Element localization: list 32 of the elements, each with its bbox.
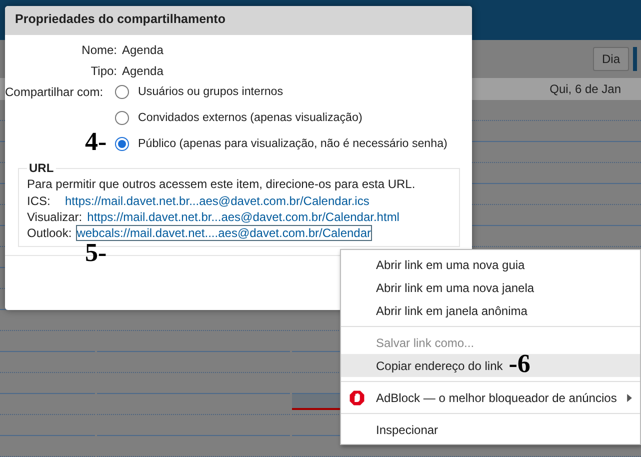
annotation-mark: 5- [85,240,107,266]
radio-button[interactable] [115,84,130,98]
menu-item[interactable]: Abrir link em janela anônima [341,299,640,322]
radio-button[interactable] [115,110,130,124]
day-header: Qui, 6 de Jan [550,82,621,96]
description-text: Para permitir que outros acessem este item, direcione-os para esta URL. [27,177,416,191]
menu-item[interactable]: AdBlock — o melhor bloqueador de anúncios [341,386,640,409]
link-label: Outlook: [27,226,72,240]
url-link[interactable]: https://mail.davet.net.br...aes@davet.com.br/Calendar.ics [65,194,370,208]
annotation-mark: 4- [85,129,107,155]
menu-item[interactable]: Abrir link em uma nova guia [341,253,640,276]
field-value: Agenda [122,43,164,57]
link-label: Visualizar: [27,210,82,224]
radio-label[interactable]: Usuários ou grupos internos [138,85,284,98]
radio-label[interactable]: Público (apenas para visualização, não é necessário senha) [138,137,448,150]
group-legend: URL [27,161,56,175]
radio-label[interactable]: Convidados externos (apenas visualização) [138,111,362,124]
url-link[interactable]: https://mail.davet.net.br...aes@davet.com.br/Calendar.html [87,210,400,224]
day-view-button[interactable]: Dia [592,47,629,71]
menu-item[interactable]: Abrir link em uma nova janela [341,276,640,299]
menu-item[interactable]: Copiar endereço do link -6 [341,354,640,377]
url-link[interactable]: webcals://mail.davet.net....aes@davet.com.br/Calendar [76,226,372,240]
radio-button[interactable] [115,136,130,150]
dialog-title: Propriedades do compartilhamento [5,6,472,35]
field-label: Tipo: [90,64,118,78]
link-label: ICS: [27,194,52,208]
field-label: Nome: [80,43,118,57]
submenu-arrow-icon [627,394,632,402]
field-value: Agenda [122,64,164,78]
field-label: Compartilhar com: [5,85,104,99]
stop-hand-icon [349,390,365,406]
menu-item[interactable]: Inspecionar [341,418,640,441]
